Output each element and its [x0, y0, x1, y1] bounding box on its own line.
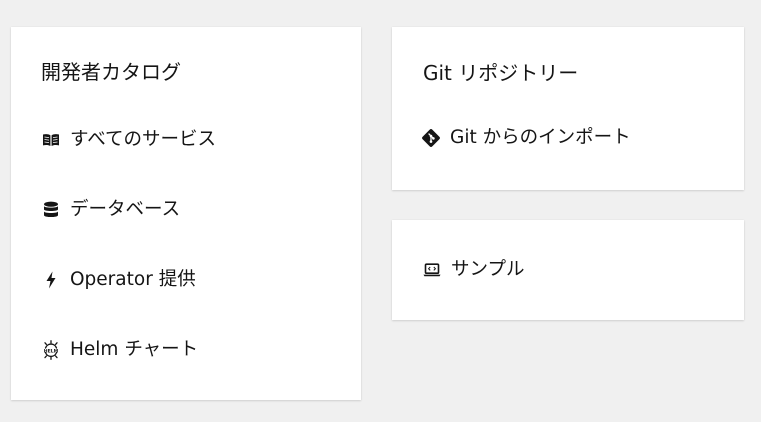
operator-backed-label: Operator 提供: [70, 269, 196, 290]
developer-catalog-title: 開発者カタログ: [41, 60, 181, 84]
all-services-label: すべてのサービス: [70, 129, 216, 150]
helm-chart-link[interactable]: HELM Helm チャート: [41, 338, 198, 362]
samples-card: サンプル: [392, 220, 744, 320]
database-link[interactable]: データベース: [41, 198, 180, 222]
svg-text:HELM: HELM: [44, 348, 59, 354]
git-repository-title: Git リポジトリー: [423, 61, 579, 85]
samples-label: サンプル: [451, 259, 525, 280]
bolt-icon: [41, 270, 61, 290]
import-from-git-label: Git からのインポート: [450, 127, 631, 148]
laptop-code-icon: [422, 260, 442, 280]
all-services-link[interactable]: すべてのサービス: [41, 128, 216, 152]
import-from-git-link[interactable]: Git からのインポート: [421, 126, 631, 150]
operator-backed-link[interactable]: Operator 提供: [41, 268, 196, 292]
book-open-icon: [41, 130, 61, 150]
git-icon: [421, 128, 441, 148]
helm-icon: HELM: [41, 340, 61, 360]
database-icon: [41, 200, 61, 220]
git-repository-card: Git リポジトリー Git からのインポート: [392, 27, 744, 190]
helm-chart-label: Helm チャート: [70, 339, 199, 360]
developer-catalog-card: 開発者カタログ すべてのサービス データベース Operator 提供 HELM…: [11, 27, 361, 400]
database-label: データベース: [70, 199, 181, 220]
samples-link[interactable]: サンプル: [422, 258, 524, 282]
